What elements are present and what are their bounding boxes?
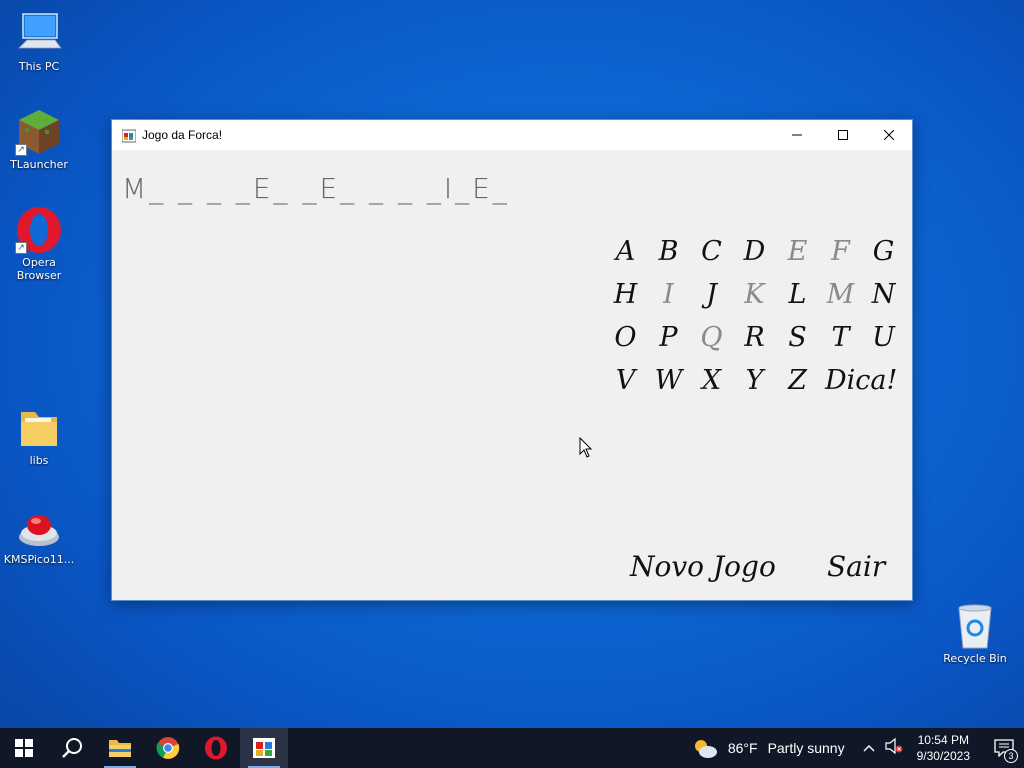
opera-icon [205, 736, 227, 760]
exit-button[interactable]: Sair [827, 550, 885, 583]
letter-button-d[interactable]: D [733, 230, 776, 273]
desktop-icon-label: This PC [18, 60, 60, 73]
chrome-icon [156, 737, 180, 759]
desktop-icon-this-pc[interactable]: This PC [1, 10, 77, 73]
close-button[interactable] [866, 120, 912, 150]
weather-temp: 86°F [727, 740, 758, 756]
letter-button-h[interactable]: H [604, 273, 647, 316]
desktop-icon-label: KMSPico11... [3, 553, 75, 566]
volume-button[interactable] [885, 737, 903, 759]
title-bar[interactable]: Jogo da Forca! [112, 120, 912, 150]
new-game-button[interactable]: Novo Jogo [630, 550, 776, 583]
windows-logo-icon [15, 739, 33, 757]
letter-grid: A B C D E F G H I J K L M N O P Q R S T U V W X Y Z Dica! [604, 230, 904, 402]
folder-icon [15, 404, 63, 452]
taskbar: 86°F Partly sunny 10:54 PM 9/30/2023 3 [0, 728, 1024, 768]
recycle-bin-icon [951, 602, 999, 650]
maximize-icon [838, 130, 848, 140]
maximize-button[interactable] [820, 120, 866, 150]
letter-button-y[interactable]: Y [733, 359, 776, 402]
letter-button-g[interactable]: G [862, 230, 905, 273]
taskbar-chrome[interactable] [144, 728, 192, 768]
desktop-icon-label: libs [29, 454, 49, 467]
hint-button[interactable]: Dica! [819, 359, 905, 402]
search-icon [62, 738, 82, 758]
computer-icon [15, 10, 63, 58]
red-button-icon [15, 503, 63, 551]
letter-button-f[interactable]: F [819, 230, 862, 273]
folder-icon [109, 740, 131, 757]
minecraft-block-icon: ↗ [15, 108, 63, 156]
letter-button-k[interactable]: K [733, 273, 776, 316]
letter-button-o[interactable]: O [604, 316, 647, 359]
letter-button-l[interactable]: L [776, 273, 819, 316]
clock-time: 10:54 PM [917, 733, 969, 747]
desktop-icon-recycle-bin[interactable]: Recycle Bin [937, 602, 1013, 665]
letter-button-s[interactable]: S [776, 316, 819, 359]
opera-icon: ↗ [15, 206, 63, 254]
letter-button-q[interactable]: Q [690, 316, 733, 359]
partly-sunny-icon [694, 740, 717, 758]
letter-button-e[interactable]: E [776, 230, 819, 273]
desktop-icon-tlauncher[interactable]: ↗ TLauncher [1, 108, 77, 171]
letter-button-w[interactable]: W [647, 359, 690, 402]
window-title: Jogo da Forca! [142, 128, 223, 142]
show-hidden-icons-button[interactable] [863, 739, 875, 757]
letter-button-r[interactable]: R [733, 316, 776, 359]
desktop-icon-libs[interactable]: libs [1, 404, 77, 467]
taskbar-opera[interactable] [192, 728, 240, 768]
word-display: M_ _ _ _E_ _E_ _ _ _I_E_ [122, 172, 510, 205]
letter-button-b[interactable]: B [647, 230, 690, 273]
letter-button-i[interactable]: I [647, 273, 690, 316]
letter-button-z[interactable]: Z [776, 359, 819, 402]
clock[interactable]: 10:54 PM 9/30/2023 [917, 732, 970, 764]
notification-badge: 3 [1004, 749, 1018, 763]
desktop-icon-label: TLauncher [10, 158, 68, 171]
taskbar-jogo-da-forca[interactable] [240, 728, 288, 768]
desktop-icon-opera[interactable]: ↗ Opera Browser [1, 206, 77, 282]
letter-button-c[interactable]: C [690, 230, 733, 273]
desktop-icon-kmspico[interactable]: KMSPico11... [1, 503, 77, 566]
taskbar-file-explorer[interactable] [96, 728, 144, 768]
weather-widget[interactable]: 86°F Partly sunny [692, 737, 845, 759]
letter-button-n[interactable]: N [862, 273, 905, 316]
app-window-icon [253, 738, 275, 758]
start-button[interactable] [0, 728, 48, 768]
app-window-icon [121, 128, 137, 143]
letter-button-v[interactable]: V [604, 359, 647, 402]
desktop-icon-label: Recycle Bin [943, 652, 1007, 665]
letter-button-u[interactable]: U [862, 316, 905, 359]
desktop-icon-label: Opera Browser [16, 256, 62, 282]
close-icon [884, 130, 894, 140]
system-tray: 86°F Partly sunny 10:54 PM 9/30/2023 3 [692, 728, 1024, 768]
minimize-icon [792, 134, 802, 136]
letter-button-t[interactable]: T [819, 316, 862, 359]
search-button[interactable] [48, 728, 96, 768]
letter-button-m[interactable]: M [819, 273, 862, 316]
minimize-button[interactable] [774, 120, 820, 150]
clock-date: 9/30/2023 [916, 749, 970, 763]
chevron-up-icon [863, 745, 875, 752]
letter-button-j[interactable]: J [690, 273, 733, 316]
notifications-button[interactable]: 3 [984, 728, 1024, 768]
letter-button-p[interactable]: P [647, 316, 690, 359]
weather-condition: Partly sunny [767, 740, 845, 756]
mouse-cursor-icon [579, 436, 593, 463]
letter-button-a[interactable]: A [604, 230, 647, 273]
volume-muted-icon [885, 737, 903, 754]
letter-button-x[interactable]: X [690, 359, 733, 402]
hangman-window: Jogo da Forca! M_ _ _ _E_ _E_ _ _ _I_E_ … [111, 119, 913, 601]
